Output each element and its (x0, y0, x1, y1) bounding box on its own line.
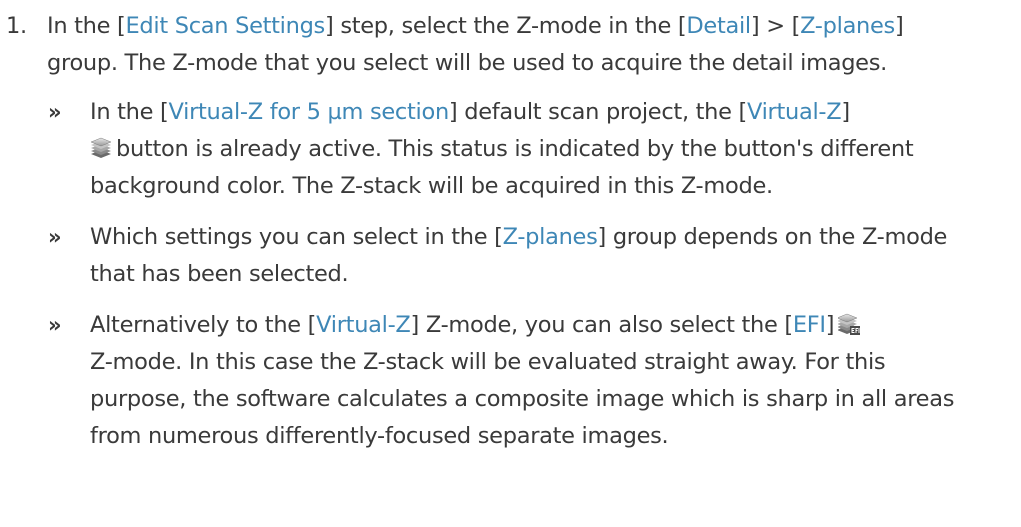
result-arrow-icon: » (48, 225, 62, 249)
link-z-planes[interactable]: Z-planes (800, 13, 895, 39)
step-text: In the [Edit Scan Settings] step, select… (47, 13, 904, 76)
document-page: 1. In the [Edit Scan Settings] step, sel… (0, 0, 1021, 527)
result-text: In the [Virtual-Z for 5 µm section] defa… (90, 99, 914, 199)
result-arrow-icon: » (48, 313, 62, 337)
link-efi[interactable]: EFI (793, 312, 826, 338)
link-z-planes[interactable]: Z-planes (503, 224, 598, 250)
link-virtual-z-5um[interactable]: Virtual-Z for 5 µm section (169, 99, 450, 125)
link-virtual-z[interactable]: Virtual-Z (316, 312, 411, 338)
link-edit-scan-settings[interactable]: Edit Scan Settings (126, 13, 326, 39)
step-1: 1. In the [Edit Scan Settings] step, sel… (0, 8, 1021, 82)
result-text: Which settings you can select in the [Z-… (90, 224, 948, 287)
results-list: » In the [Virtual-Z for 5 µm section] de… (0, 94, 1021, 455)
efi-layers-icon (838, 313, 861, 335)
layers-icon (90, 137, 112, 159)
result-item: » In the [Virtual-Z for 5 µm section] de… (0, 94, 1021, 205)
result-arrow-icon: » (48, 100, 62, 124)
link-detail[interactable]: Detail (686, 13, 751, 39)
step-number: 1. (6, 13, 27, 39)
link-virtual-z[interactable]: Virtual-Z (747, 99, 842, 125)
result-text: Alternatively to the [Virtual-Z] Z-mode,… (90, 312, 955, 449)
result-item: » Which settings you can select in the [… (0, 219, 1021, 293)
result-item: » Alternatively to the [Virtual-Z] Z-mod… (0, 307, 1021, 455)
